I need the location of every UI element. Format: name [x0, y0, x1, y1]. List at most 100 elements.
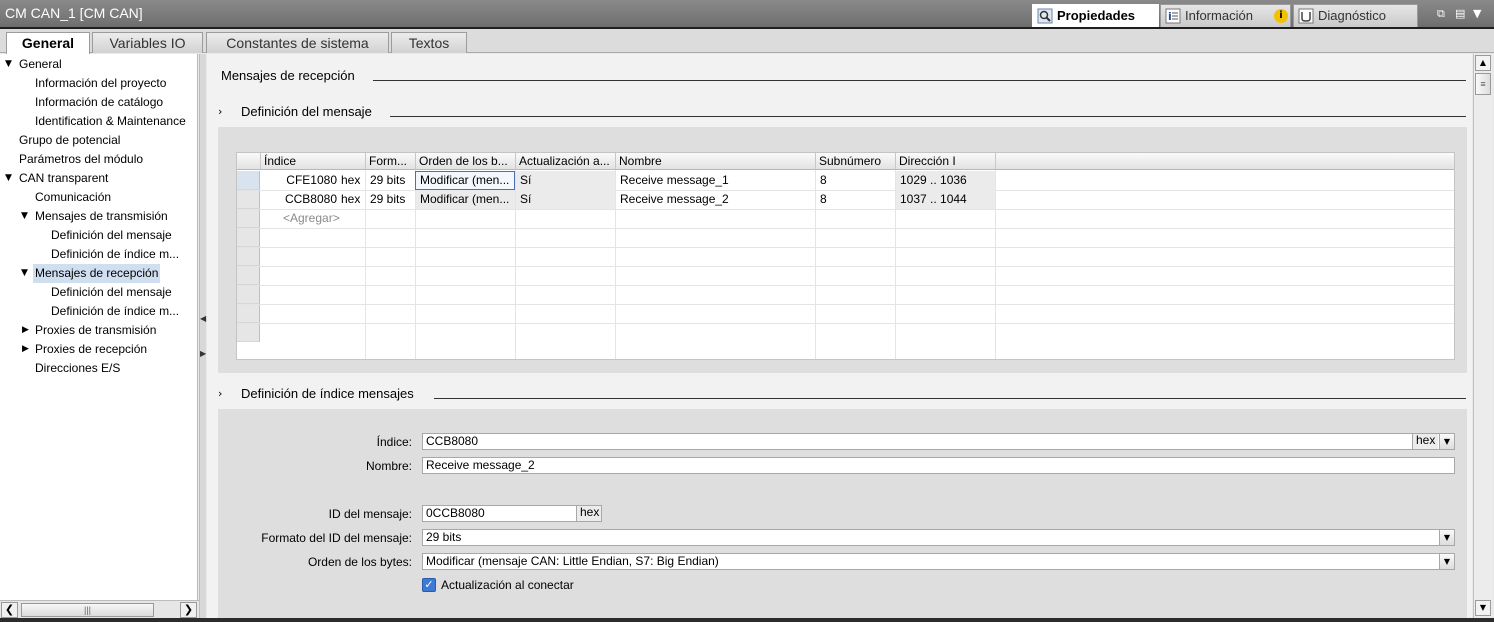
tab-strip: General Variables IO Constantes de siste…	[0, 29, 1494, 54]
pane-splitter[interactable]: ◀ ▶	[199, 54, 206, 618]
msgid-field[interactable]: 0CCB8080 hex	[422, 505, 602, 522]
cell-orden-bytes[interactable]: Modificar (men...	[415, 171, 515, 190]
chevron-down-icon[interactable]: ▼	[1473, 7, 1481, 20]
section-definicion-mensaje[interactable]: Definición del mensaje	[241, 104, 372, 119]
chevron-down-icon[interactable]: ▼	[1439, 554, 1454, 569]
add-row-placeholder[interactable]: <Agregar>	[261, 209, 365, 228]
msgid-value: 0CCB8080	[426, 506, 485, 520]
tab-variables-io[interactable]: Variables IO	[92, 32, 203, 53]
chevron-right-icon[interactable]: ›	[218, 105, 222, 118]
index-field[interactable]: CCB8080 hex ▼	[422, 433, 1455, 450]
layout-icon[interactable]: ▤	[1455, 7, 1465, 20]
cell-nombre[interactable]: Receive message_1	[616, 171, 815, 190]
section-definicion-indice[interactable]: Definición de índice mensajes	[241, 386, 414, 401]
collapse-left-icon[interactable]: ◀	[200, 314, 206, 323]
update-checkbox[interactable]: ✓	[422, 578, 436, 592]
nav-mensajes-recepcion[interactable]: Mensajes de recepción	[33, 264, 161, 283]
col-subnumero[interactable]: Subnúmero	[816, 153, 896, 170]
cell-orden-bytes[interactable]: Modificar (men...	[416, 190, 515, 209]
col-formato[interactable]: Form...	[366, 153, 416, 170]
name-value: Receive message_2	[426, 458, 535, 472]
expand-icon[interactable]: ▼	[21, 264, 31, 283]
idformat-select[interactable]: 29 bits ▼	[422, 529, 1455, 546]
nav-mensajes-transmision[interactable]: Mensajes de transmisión	[35, 207, 168, 226]
cell-actualizacion[interactable]: Sí	[516, 190, 615, 209]
row-header[interactable]	[237, 209, 260, 228]
row-header[interactable]	[237, 247, 260, 266]
index-label: Índice:	[376, 435, 412, 449]
nav-identification-maintenance[interactable]: Identification & Maintenance	[35, 112, 186, 131]
cell-direccion-i[interactable]: 1029 .. 1036	[896, 171, 995, 190]
collapse-icon[interactable]: ▶	[22, 340, 32, 359]
scroll-right-icon[interactable]: ❯	[180, 602, 197, 618]
col-indice[interactable]: Índice	[261, 153, 366, 170]
expand-icon[interactable]: ▼	[5, 169, 15, 188]
nav-comunicacion[interactable]: Comunicación	[35, 188, 111, 207]
scroll-thumb[interactable]: |||	[21, 603, 154, 617]
nav-informacion-proyecto[interactable]: Información del proyecto	[35, 74, 166, 93]
row-header[interactable]	[237, 266, 260, 285]
col-orden-bytes[interactable]: Orden de los b...	[416, 153, 516, 170]
cell-subnumero[interactable]: 8	[816, 190, 895, 209]
nav-parametros-modulo[interactable]: Parámetros del módulo	[19, 150, 143, 169]
tab-informacion[interactable]: i Información i	[1160, 4, 1291, 27]
cell-actualizacion[interactable]: Sí	[516, 171, 615, 190]
tab-constantes-sistema[interactable]: Constantes de sistema	[206, 32, 389, 53]
cell-formato[interactable]: 29 bits	[366, 171, 415, 190]
nav-grupo-potencial[interactable]: Grupo de potencial	[19, 131, 120, 150]
chevron-down-icon[interactable]: ▼	[1439, 434, 1454, 449]
expand-icon[interactable]: ▼	[5, 55, 15, 74]
idformat-label: Formato del ID del mensaje:	[261, 531, 412, 545]
cell-indice[interactable]: CCB8080	[261, 190, 341, 209]
content-vertical-scrollbar[interactable]: ▲ ≡ ▼	[1473, 54, 1492, 618]
cell-nombre[interactable]: Receive message_2	[616, 190, 815, 209]
nav-proxies-transmision[interactable]: Proxies de transmisión	[35, 321, 156, 340]
tab-diagnostico[interactable]: Diagnóstico	[1293, 4, 1418, 27]
tab-general[interactable]: General	[6, 32, 90, 54]
update-label[interactable]: Actualización al conectar	[441, 578, 574, 592]
scroll-up-icon[interactable]: ▲	[1475, 55, 1491, 71]
byteorder-select[interactable]: Modificar (mensaje CAN: Little Endian, S…	[422, 553, 1455, 570]
row-header[interactable]	[237, 285, 260, 304]
scroll-down-icon[interactable]: ▼	[1475, 600, 1491, 616]
col-nombre[interactable]: Nombre	[616, 153, 816, 170]
expand-right-icon[interactable]: ▶	[200, 349, 206, 358]
cell-direccion-i[interactable]: 1037 .. 1044	[896, 190, 995, 209]
chevron-right-icon[interactable]: ›	[218, 387, 222, 400]
tab-propiedades[interactable]: Propiedades	[1032, 4, 1159, 27]
nav-can-transparent[interactable]: CAN transparent	[19, 169, 108, 188]
nav-rx-definicion-mensaje[interactable]: Definición del mensaje	[51, 283, 172, 302]
nav-horizontal-scrollbar[interactable]: ❮ ||| ❯	[0, 600, 199, 618]
msgid-unit: hex	[576, 506, 601, 521]
row-header[interactable]	[237, 323, 260, 342]
col-direccion-i[interactable]: Dirección I	[896, 153, 996, 170]
byteorder-label: Orden de los bytes:	[307, 555, 412, 569]
expand-icon[interactable]: ▼	[21, 207, 31, 226]
row-header[interactable]	[237, 171, 260, 190]
collapse-icon[interactable]: ▶	[22, 321, 32, 340]
chevron-down-icon[interactable]: ▼	[1439, 530, 1454, 545]
table-corner	[237, 153, 261, 170]
name-field[interactable]: Receive message_2	[422, 457, 1455, 474]
nav-proxies-recepcion[interactable]: Proxies de recepción	[35, 340, 147, 359]
col-empty	[996, 153, 1454, 170]
tab-textos[interactable]: Textos	[391, 32, 467, 53]
scroll-thumb[interactable]: ≡	[1475, 73, 1491, 95]
cell-formato[interactable]: 29 bits	[366, 190, 415, 209]
col-actualizacion[interactable]: Actualización a...	[516, 153, 616, 170]
divider	[995, 170, 996, 359]
row-header[interactable]	[237, 190, 260, 209]
nav-tx-definicion-indice[interactable]: Definición de índice m...	[51, 245, 179, 264]
cell-indice[interactable]: CFE1080	[261, 171, 341, 190]
nav-direcciones-es[interactable]: Direcciones E/S	[35, 359, 120, 378]
nav-informacion-catalogo[interactable]: Información de catálogo	[35, 93, 163, 112]
row-header[interactable]	[237, 228, 260, 247]
index-value: CCB8080	[426, 434, 479, 448]
nav-tx-definicion-mensaje[interactable]: Definición del mensaje	[51, 226, 172, 245]
row-header[interactable]	[237, 304, 260, 323]
restore-icon[interactable]: ⧉	[1437, 7, 1445, 21]
nav-general[interactable]: General	[19, 55, 62, 74]
nav-rx-definicion-indice[interactable]: Definición de índice m...	[51, 302, 179, 321]
scroll-left-icon[interactable]: ❮	[1, 602, 18, 618]
cell-subnumero[interactable]: 8	[816, 171, 895, 190]
